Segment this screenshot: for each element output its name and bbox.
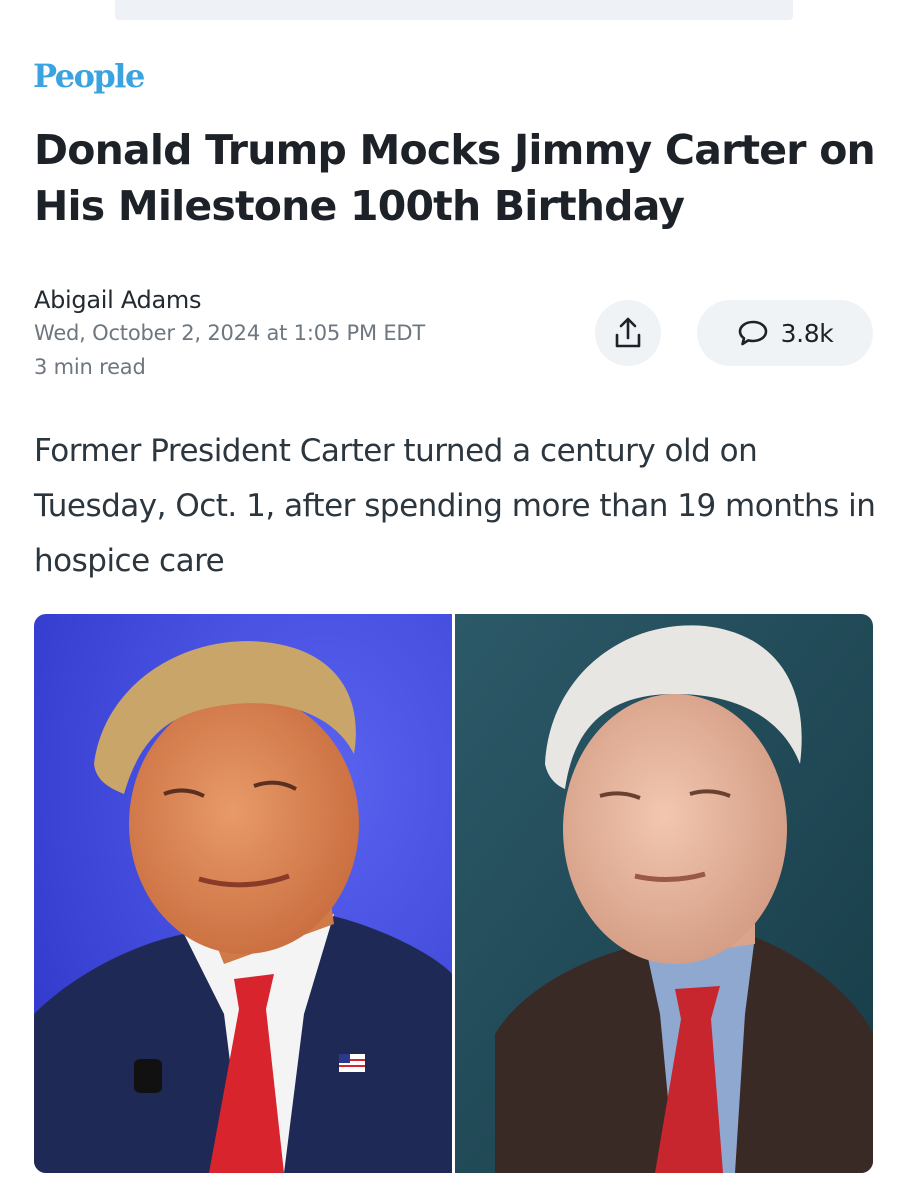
article-headline: Donald Trump Mocks Jimmy Carter on His M… <box>34 126 876 230</box>
article-page: People Donald Trump Mocks Jimmy Carter o… <box>0 0 907 1200</box>
byline: Abigail Adams Wed, October 2, 2024 at 1:… <box>34 284 574 384</box>
published-date: Wed, October 2, 2024 at 1:05 PM EDT <box>34 321 426 345</box>
comments-count: 3.8k <box>780 318 834 348</box>
share-button[interactable] <box>595 300 661 366</box>
comments-button[interactable]: 3.8k <box>697 300 873 366</box>
trump-photo <box>34 614 452 1173</box>
top-ad-placeholder <box>115 0 793 20</box>
people-logo[interactable]: People <box>33 56 145 96</box>
author-name[interactable]: Abigail Adams <box>34 284 574 316</box>
article-summary: Former President Carter turned a century… <box>34 433 876 579</box>
hero-image[interactable] <box>34 614 873 1173</box>
speech-bubble-icon <box>737 318 769 348</box>
share-icon <box>613 316 643 350</box>
carter-photo <box>455 614 873 1173</box>
read-time: 3 min read <box>34 355 146 379</box>
